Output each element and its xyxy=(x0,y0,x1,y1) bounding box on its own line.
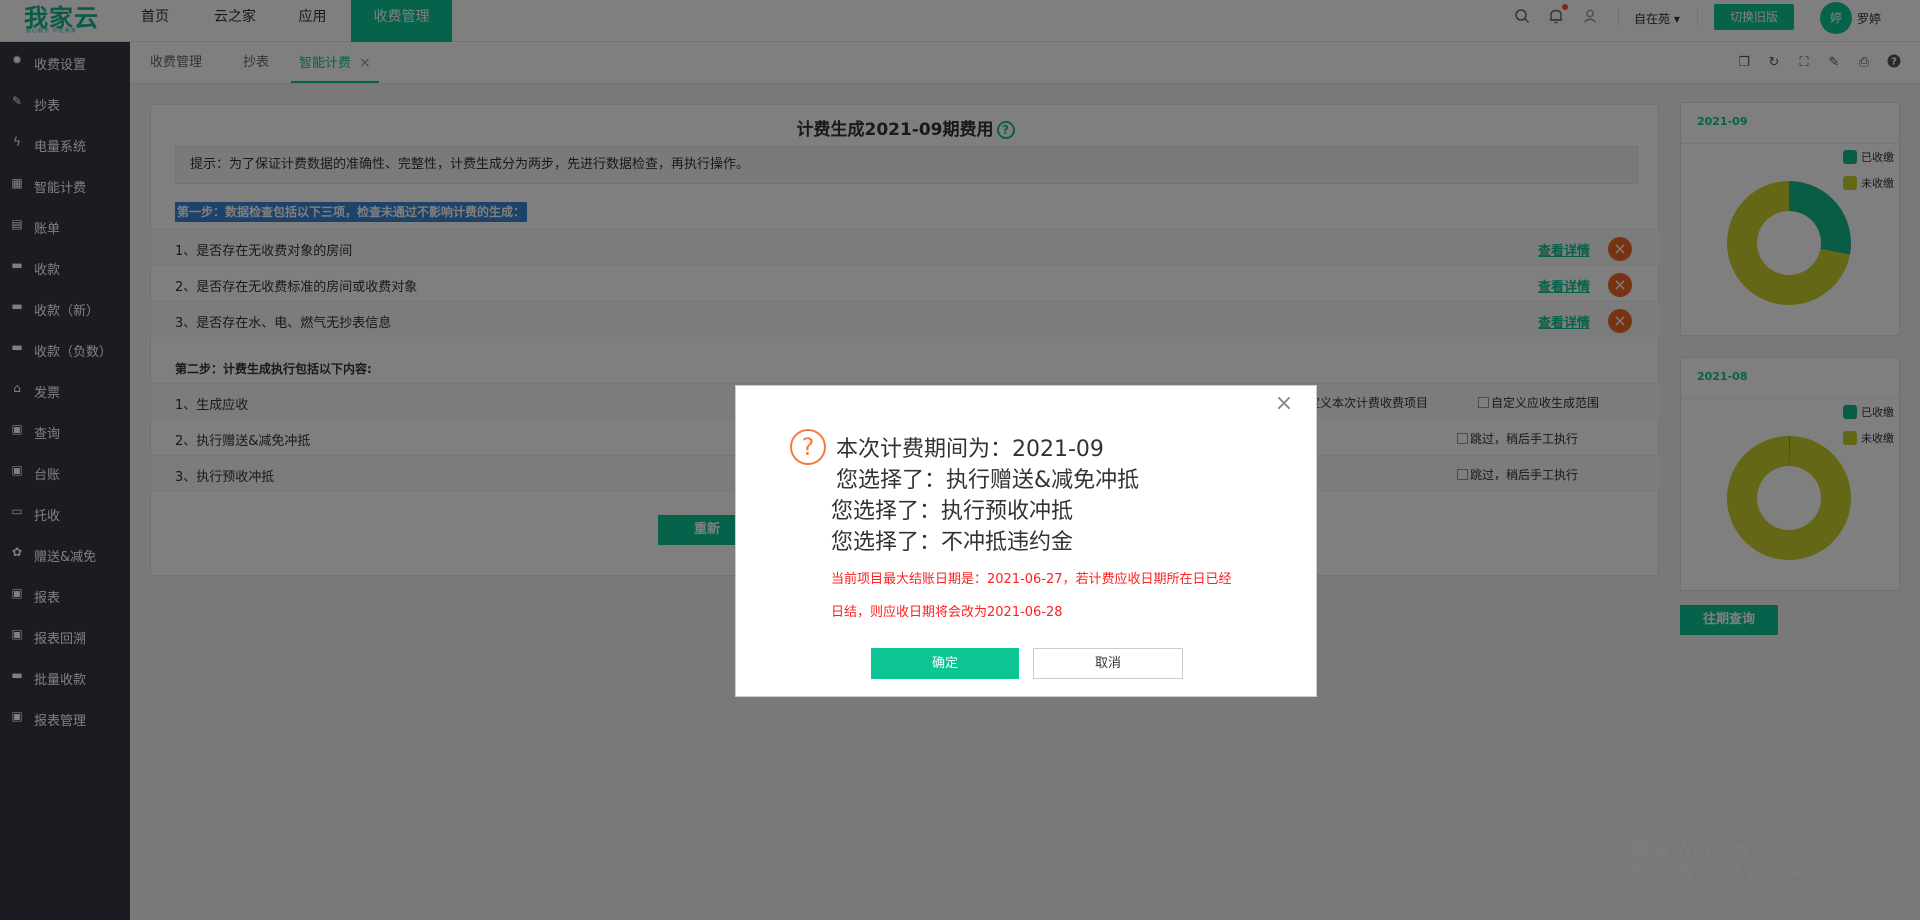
dialog-period-text: 本次计费期间为：2021-09 xyxy=(836,437,1104,462)
question-icon: ? xyxy=(790,429,826,465)
dialog-choice-text: 您选择了：执行预收冲抵 xyxy=(831,499,1074,524)
close-icon[interactable]: × xyxy=(1274,393,1294,415)
dialog-choice-text: 您选择了：执行赠送&减免冲抵 xyxy=(836,468,1140,493)
confirm-dialog: × ? 本次计费期间为：2021-09 您选择了：执行赠送&减免冲抵 您选择了：… xyxy=(735,385,1317,697)
confirm-button[interactable]: 确定 xyxy=(871,648,1019,679)
dialog-warning-text: 当前项目最大结账日期是：2021-06-27，若计费应收日期所在日已经 xyxy=(831,572,1232,587)
dialog-warning-text: 日结，则应收日期将会改为2021-06-28 xyxy=(831,605,1063,620)
dialog-choice-text: 您选择了：不冲抵违约金 xyxy=(831,530,1074,555)
cancel-button[interactable]: 取消 xyxy=(1033,648,1183,679)
